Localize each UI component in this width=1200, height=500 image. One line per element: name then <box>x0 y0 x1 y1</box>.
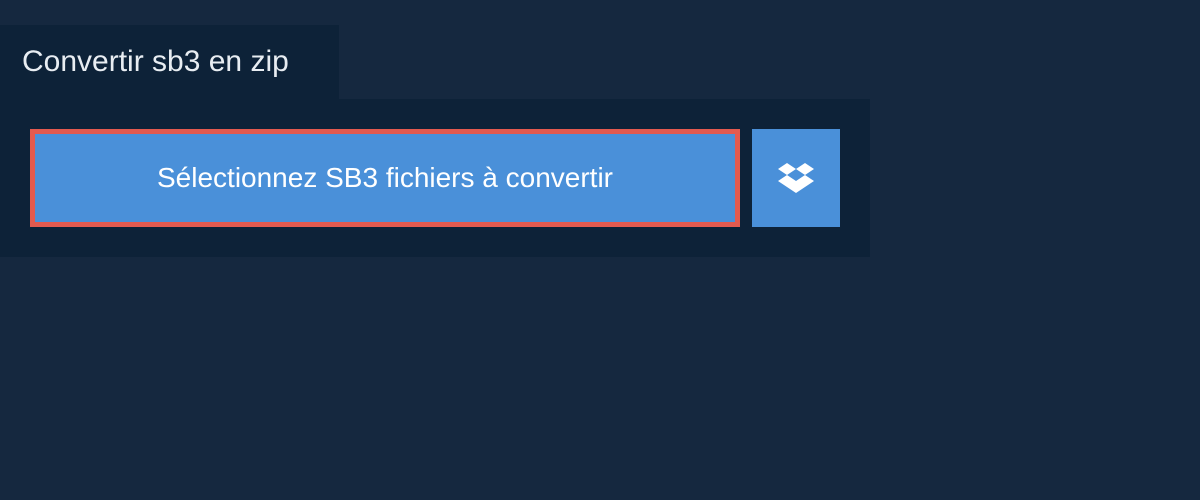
page-title: Convertir sb3 en zip <box>22 45 289 79</box>
upload-panel: Sélectionnez SB3 fichiers à convertir <box>0 99 870 257</box>
tab-header: Convertir sb3 en zip <box>0 25 339 99</box>
dropbox-button[interactable] <box>752 129 840 227</box>
select-files-label: Sélectionnez SB3 fichiers à convertir <box>157 162 613 194</box>
select-files-button[interactable]: Sélectionnez SB3 fichiers à convertir <box>30 129 740 227</box>
dropbox-icon <box>778 160 814 196</box>
button-row: Sélectionnez SB3 fichiers à convertir <box>30 129 840 227</box>
